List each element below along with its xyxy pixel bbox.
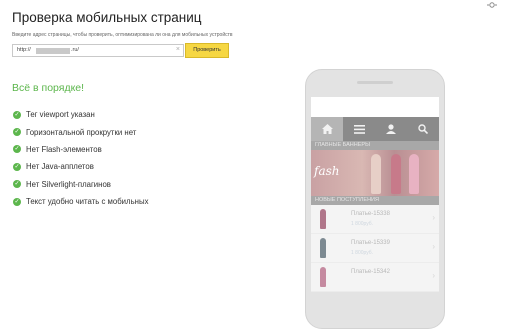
- product-name: Платье-15339: [351, 240, 390, 246]
- mobile-tabbar: [311, 117, 439, 141]
- product-name: Платье-15338: [351, 211, 390, 217]
- banner-figure: [371, 154, 381, 194]
- user-icon: [386, 124, 396, 134]
- settings-icon[interactable]: [487, 1, 497, 9]
- checkmark-icon: ✓: [13, 197, 21, 206]
- check-item-label: Нет Flash-элементов: [26, 144, 102, 154]
- clear-icon[interactable]: ×: [176, 46, 180, 53]
- chevron-right-icon: ›: [432, 271, 435, 280]
- tab-search[interactable]: [407, 117, 439, 141]
- page-subtitle: Введите адрес страницы, чтобы проверить,…: [12, 32, 233, 38]
- banner-figure: [391, 154, 401, 194]
- phone-screen[interactable]: ГЛАВНЫЕ БАННЕРЫ fash НОВЫЕ ПОСТУПЛЕНИЯ П…: [311, 97, 439, 292]
- result-heading: Всё в порядке!: [12, 82, 85, 94]
- search-icon: [418, 124, 428, 134]
- chevron-right-icon: ›: [432, 242, 435, 251]
- check-button[interactable]: Проверить: [185, 43, 229, 58]
- checkmark-icon: ✓: [13, 162, 21, 171]
- product-thumbnail: [320, 238, 326, 258]
- checkmark-icon: ✓: [13, 128, 21, 137]
- check-item: ✓ Горизонтальной прокрутки нет: [13, 123, 148, 140]
- banner-figure: [409, 154, 419, 194]
- tab-menu[interactable]: [343, 117, 375, 141]
- home-icon: [321, 124, 333, 134]
- check-item: ✓ Текст удобно читать с мобильных: [13, 193, 148, 210]
- checklist: ✓ Тег viewport указан ✓ Горизонтальной п…: [13, 106, 148, 210]
- check-item: ✓ Нет Flash-элементов: [13, 141, 148, 158]
- new-arrivals-header: НОВЫЕ ПОСТУПЛЕНИЯ: [311, 196, 439, 205]
- product-price: 1 800руб.: [351, 221, 374, 227]
- phone-speaker: [357, 81, 393, 84]
- tab-user[interactable]: [375, 117, 407, 141]
- checkmark-icon: ✓: [13, 180, 21, 189]
- tab-home[interactable]: [311, 117, 343, 141]
- url-input[interactable]: http:// .ru/ ×: [12, 44, 184, 57]
- banner-logo-text: fash: [314, 164, 340, 178]
- url-prefix: http://: [17, 47, 31, 53]
- check-item-label: Тег viewport указан: [26, 110, 95, 120]
- check-item-label: Текст удобно читать с мобильных: [26, 197, 149, 207]
- checkmark-icon: ✓: [13, 145, 21, 154]
- check-item: ✓ Тег viewport указан: [13, 106, 148, 123]
- check-item: ✓ Нет Java-апплетов: [13, 158, 148, 175]
- product-list: Платье-15338 1 800руб. › Платье-15339 1 …: [311, 205, 439, 292]
- check-item-label: Горизонтальной прокрутки нет: [26, 127, 137, 137]
- product-thumbnail: [320, 267, 326, 287]
- banner-image[interactable]: fash: [311, 150, 439, 196]
- list-item[interactable]: Платье-15338 1 800руб. ›: [311, 205, 439, 234]
- phone-preview: ГЛАВНЫЕ БАННЕРЫ fash НОВЫЕ ПОСТУПЛЕНИЯ П…: [305, 69, 445, 329]
- chevron-right-icon: ›: [432, 213, 435, 222]
- menu-icon: [353, 124, 365, 134]
- product-name: Платье-15342: [351, 269, 390, 275]
- check-item-label: Нет Silverlight-плагинов: [26, 179, 111, 189]
- checkmark-icon: ✓: [13, 110, 21, 119]
- check-item-label: Нет Java-апплетов: [26, 162, 94, 172]
- check-item: ✓ Нет Silverlight-плагинов: [13, 176, 148, 193]
- page-title: Проверка мобильных страниц: [12, 10, 202, 25]
- url-redacted-domain: [36, 48, 70, 54]
- url-suffix: .ru/: [71, 47, 79, 53]
- list-item[interactable]: Платье-15339 1 800руб. ›: [311, 234, 439, 263]
- product-price: 1 800руб.: [351, 250, 374, 256]
- banner-section-header: ГЛАВНЫЕ БАННЕРЫ: [311, 141, 439, 150]
- product-thumbnail: [320, 209, 326, 229]
- list-item[interactable]: Платье-15342 ›: [311, 263, 439, 292]
